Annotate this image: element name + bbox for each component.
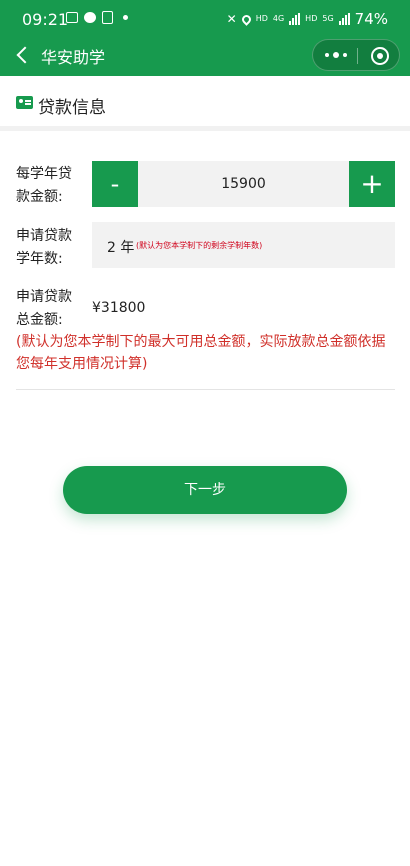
increase-amount-button[interactable]: +	[349, 161, 395, 207]
years-value: 2 年	[107, 240, 135, 256]
status-bar: 09:21 ✕ HD 4G HD 5G 74%	[0, 0, 410, 36]
status-time: 09:21	[22, 10, 69, 29]
total-amount-value: ¥31800	[92, 300, 146, 316]
signal-icon-2	[338, 13, 350, 25]
annual-amount-label: 每学年贷 款金额:	[16, 163, 86, 209]
status-right-icons: ✕ HD 4G HD 5G 74%	[227, 10, 388, 28]
years-label: 申请贷款 学年数:	[16, 225, 86, 271]
more-options-icon[interactable]	[325, 52, 347, 58]
wechat-notification-icon	[84, 12, 96, 23]
nav-bar: 华安助学	[0, 36, 410, 76]
network-label-2: 4G	[272, 14, 285, 23]
mute-icon: ✕	[226, 12, 237, 26]
section-header: 贷款信息	[0, 76, 410, 131]
total-label: 申请贷款 总金额:	[16, 286, 86, 332]
capsule-divider	[357, 48, 358, 64]
page-title: 华安助学	[41, 48, 106, 67]
section-title: 贷款信息	[38, 98, 106, 118]
status-left-icons	[66, 11, 128, 24]
network-label-3: HD	[305, 14, 318, 23]
back-chevron-icon[interactable]	[14, 44, 36, 66]
battery-percentage: 74%	[354, 10, 388, 28]
document-notification-icon	[102, 11, 113, 24]
form-divider	[16, 389, 395, 390]
years-label-line2: 学年数:	[16, 251, 63, 267]
total-amount-note: (默认为您本学制下的最大可用总金额，实际放款总金额依据您每年支用情况计算)	[16, 334, 386, 372]
annual-amount-label-line2: 款金额:	[16, 189, 63, 205]
years-field[interactable]: 2 年 (默认为您本学制下的剩余学制年数)	[92, 222, 395, 268]
miniprogram-capsule	[312, 39, 400, 71]
years-note: (默认为您本学制下的剩余学制年数)	[136, 241, 263, 250]
signal-icon-1	[289, 13, 301, 25]
id-card-icon	[16, 96, 33, 109]
annual-amount-value[interactable]: 15900	[138, 161, 349, 207]
annual-amount-label-line1: 每学年贷	[16, 166, 72, 182]
image-notification-icon	[66, 12, 78, 23]
decrease-amount-button[interactable]: -	[92, 161, 138, 207]
close-miniprogram-icon[interactable]	[371, 47, 389, 65]
total-label-line1: 申请贷款	[16, 289, 72, 305]
network-label-1: HD	[255, 14, 268, 23]
more-notifications-dot-icon	[123, 15, 128, 20]
network-label-4: 5G	[322, 14, 334, 23]
location-icon	[239, 12, 253, 26]
annual-amount-stepper: - 15900 +	[92, 161, 395, 207]
total-label-line2: 总金额:	[16, 312, 63, 328]
years-label-line1: 申请贷款	[16, 228, 72, 244]
next-step-button[interactable]: 下一步	[63, 466, 347, 514]
